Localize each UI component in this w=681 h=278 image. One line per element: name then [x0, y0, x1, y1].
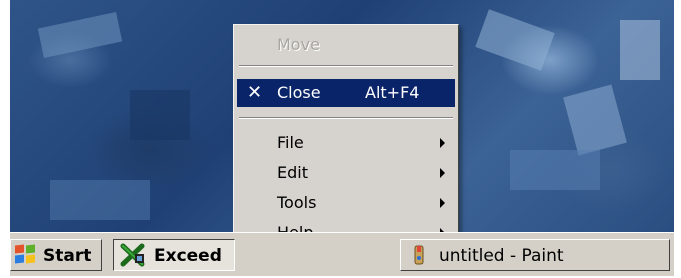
menu-item-edit-label: Edit: [277, 163, 308, 182]
menu-item-move-label: Move: [277, 35, 320, 54]
taskbar-button-exceed[interactable]: Exceed: [113, 239, 235, 271]
taskbar-button-paint-label: untitled - Paint: [439, 246, 564, 266]
menu-item-file-label: File: [277, 133, 304, 152]
menu-item-close-label: Close: [277, 83, 321, 102]
window-context-menu: Move ✕ Close Alt+F4 File Edit Tools Help: [233, 24, 459, 248]
menu-item-close-shortcut: Alt+F4: [365, 83, 420, 102]
start-button-label: Start: [43, 246, 92, 266]
start-button[interactable]: Start: [10, 239, 102, 271]
paint-icon: [414, 245, 424, 265]
taskbar-button-exceed-label: Exceed: [154, 246, 222, 266]
submenu-arrow-icon: [440, 138, 445, 148]
submenu-arrow-icon: [440, 198, 445, 208]
taskbar: Start Exceed untitled - Paint: [10, 232, 674, 276]
windows-logo-icon: [15, 244, 37, 265]
menu-item-tools[interactable]: Tools: [237, 189, 455, 217]
menu-separator: [239, 117, 453, 119]
submenu-arrow-icon: [440, 168, 445, 178]
menu-separator: [239, 65, 453, 67]
menu-item-edit[interactable]: Edit: [237, 159, 455, 187]
menu-item-move[interactable]: Move: [237, 31, 455, 59]
menu-item-file[interactable]: File: [237, 129, 455, 157]
exceed-x-icon: [120, 243, 145, 267]
taskbar-button-paint[interactable]: untitled - Paint: [400, 239, 670, 271]
close-x-icon: ✕: [247, 82, 263, 103]
menu-item-close[interactable]: ✕ Close Alt+F4: [237, 79, 455, 107]
menu-item-tools-label: Tools: [277, 193, 317, 212]
